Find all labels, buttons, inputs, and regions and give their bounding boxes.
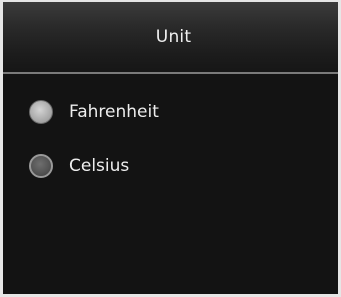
option-celsius[interactable]: Celsius [3, 146, 338, 186]
device-screen: Unit Fahrenheit Celsius [0, 0, 341, 297]
option-fahrenheit[interactable]: Fahrenheit [3, 92, 338, 132]
radio-selected-icon[interactable] [29, 100, 53, 124]
option-label-fahrenheit: Fahrenheit [69, 102, 159, 122]
header-bar: Unit [3, 2, 338, 72]
radio-unselected-icon[interactable] [29, 154, 53, 178]
option-label-celsius: Celsius [69, 156, 130, 176]
page-title: Unit [155, 27, 192, 47]
header-divider [3, 72, 338, 74]
